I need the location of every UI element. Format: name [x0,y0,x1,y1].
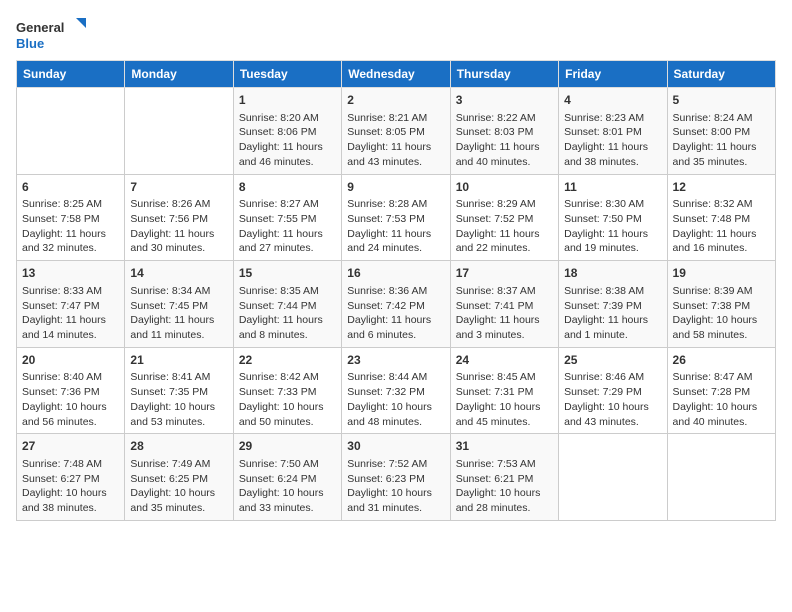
day-cell: 9Sunrise: 8:28 AMSunset: 7:53 PMDaylight… [342,174,450,261]
day-number: 4 [564,92,661,109]
header-row: SundayMondayTuesdayWednesdayThursdayFrid… [17,61,776,88]
day-cell [559,434,667,521]
col-header-tuesday: Tuesday [233,61,341,88]
day-cell: 6Sunrise: 8:25 AMSunset: 7:58 PMDaylight… [17,174,125,261]
day-number: 16 [347,265,444,282]
day-cell: 15Sunrise: 8:35 AMSunset: 7:44 PMDayligh… [233,261,341,348]
day-number: 2 [347,92,444,109]
day-cell: 23Sunrise: 8:44 AMSunset: 7:32 PMDayligh… [342,347,450,434]
day-number: 9 [347,179,444,196]
day-number: 11 [564,179,661,196]
day-cell [667,434,775,521]
day-cell: 19Sunrise: 8:39 AMSunset: 7:38 PMDayligh… [667,261,775,348]
day-cell [17,88,125,175]
col-header-sunday: Sunday [17,61,125,88]
calendar-table: SundayMondayTuesdayWednesdayThursdayFrid… [16,60,776,521]
day-number: 8 [239,179,336,196]
col-header-saturday: Saturday [667,61,775,88]
day-cell: 28Sunrise: 7:49 AMSunset: 6:25 PMDayligh… [125,434,233,521]
day-cell: 13Sunrise: 8:33 AMSunset: 7:47 PMDayligh… [17,261,125,348]
day-number: 18 [564,265,661,282]
day-number: 20 [22,352,119,369]
day-number: 13 [22,265,119,282]
day-cell: 18Sunrise: 8:38 AMSunset: 7:39 PMDayligh… [559,261,667,348]
day-cell: 1Sunrise: 8:20 AMSunset: 8:06 PMDaylight… [233,88,341,175]
day-cell: 16Sunrise: 8:36 AMSunset: 7:42 PMDayligh… [342,261,450,348]
day-number: 27 [22,438,119,455]
week-row-2: 6Sunrise: 8:25 AMSunset: 7:58 PMDaylight… [17,174,776,261]
week-row-5: 27Sunrise: 7:48 AMSunset: 6:27 PMDayligh… [17,434,776,521]
day-cell: 3Sunrise: 8:22 AMSunset: 8:03 PMDaylight… [450,88,558,175]
day-cell: 29Sunrise: 7:50 AMSunset: 6:24 PMDayligh… [233,434,341,521]
day-number: 5 [673,92,770,109]
col-header-wednesday: Wednesday [342,61,450,88]
calendar-header: SundayMondayTuesdayWednesdayThursdayFrid… [17,61,776,88]
day-number: 26 [673,352,770,369]
day-number: 25 [564,352,661,369]
day-cell: 22Sunrise: 8:42 AMSunset: 7:33 PMDayligh… [233,347,341,434]
day-cell: 8Sunrise: 8:27 AMSunset: 7:55 PMDaylight… [233,174,341,261]
day-cell: 5Sunrise: 8:24 AMSunset: 8:00 PMDaylight… [667,88,775,175]
day-cell [125,88,233,175]
day-cell: 31Sunrise: 7:53 AMSunset: 6:21 PMDayligh… [450,434,558,521]
day-cell: 21Sunrise: 8:41 AMSunset: 7:35 PMDayligh… [125,347,233,434]
day-number: 23 [347,352,444,369]
day-cell: 24Sunrise: 8:45 AMSunset: 7:31 PMDayligh… [450,347,558,434]
col-header-monday: Monday [125,61,233,88]
day-number: 12 [673,179,770,196]
week-row-3: 13Sunrise: 8:33 AMSunset: 7:47 PMDayligh… [17,261,776,348]
day-cell: 30Sunrise: 7:52 AMSunset: 6:23 PMDayligh… [342,434,450,521]
day-number: 29 [239,438,336,455]
header: General Blue [16,16,776,52]
day-cell: 10Sunrise: 8:29 AMSunset: 7:52 PMDayligh… [450,174,558,261]
day-number: 14 [130,265,227,282]
day-number: 17 [456,265,553,282]
day-number: 30 [347,438,444,455]
day-cell: 27Sunrise: 7:48 AMSunset: 6:27 PMDayligh… [17,434,125,521]
day-cell: 25Sunrise: 8:46 AMSunset: 7:29 PMDayligh… [559,347,667,434]
day-cell: 26Sunrise: 8:47 AMSunset: 7:28 PMDayligh… [667,347,775,434]
day-cell: 14Sunrise: 8:34 AMSunset: 7:45 PMDayligh… [125,261,233,348]
svg-text:Blue: Blue [16,36,44,51]
day-cell: 7Sunrise: 8:26 AMSunset: 7:56 PMDaylight… [125,174,233,261]
day-number: 21 [130,352,227,369]
day-cell: 2Sunrise: 8:21 AMSunset: 8:05 PMDaylight… [342,88,450,175]
col-header-thursday: Thursday [450,61,558,88]
day-number: 6 [22,179,119,196]
day-number: 31 [456,438,553,455]
day-number: 1 [239,92,336,109]
day-number: 24 [456,352,553,369]
day-cell: 12Sunrise: 8:32 AMSunset: 7:48 PMDayligh… [667,174,775,261]
day-cell: 17Sunrise: 8:37 AMSunset: 7:41 PMDayligh… [450,261,558,348]
day-number: 3 [456,92,553,109]
week-row-1: 1Sunrise: 8:20 AMSunset: 8:06 PMDaylight… [17,88,776,175]
day-cell: 4Sunrise: 8:23 AMSunset: 8:01 PMDaylight… [559,88,667,175]
day-number: 19 [673,265,770,282]
day-cell: 11Sunrise: 8:30 AMSunset: 7:50 PMDayligh… [559,174,667,261]
col-header-friday: Friday [559,61,667,88]
day-number: 7 [130,179,227,196]
svg-text:General: General [16,20,64,35]
day-number: 15 [239,265,336,282]
logo-svg: General Blue [16,16,86,52]
day-number: 10 [456,179,553,196]
day-number: 28 [130,438,227,455]
calendar-body: 1Sunrise: 8:20 AMSunset: 8:06 PMDaylight… [17,88,776,521]
day-number: 22 [239,352,336,369]
day-cell: 20Sunrise: 8:40 AMSunset: 7:36 PMDayligh… [17,347,125,434]
logo: General Blue [16,16,86,52]
week-row-4: 20Sunrise: 8:40 AMSunset: 7:36 PMDayligh… [17,347,776,434]
